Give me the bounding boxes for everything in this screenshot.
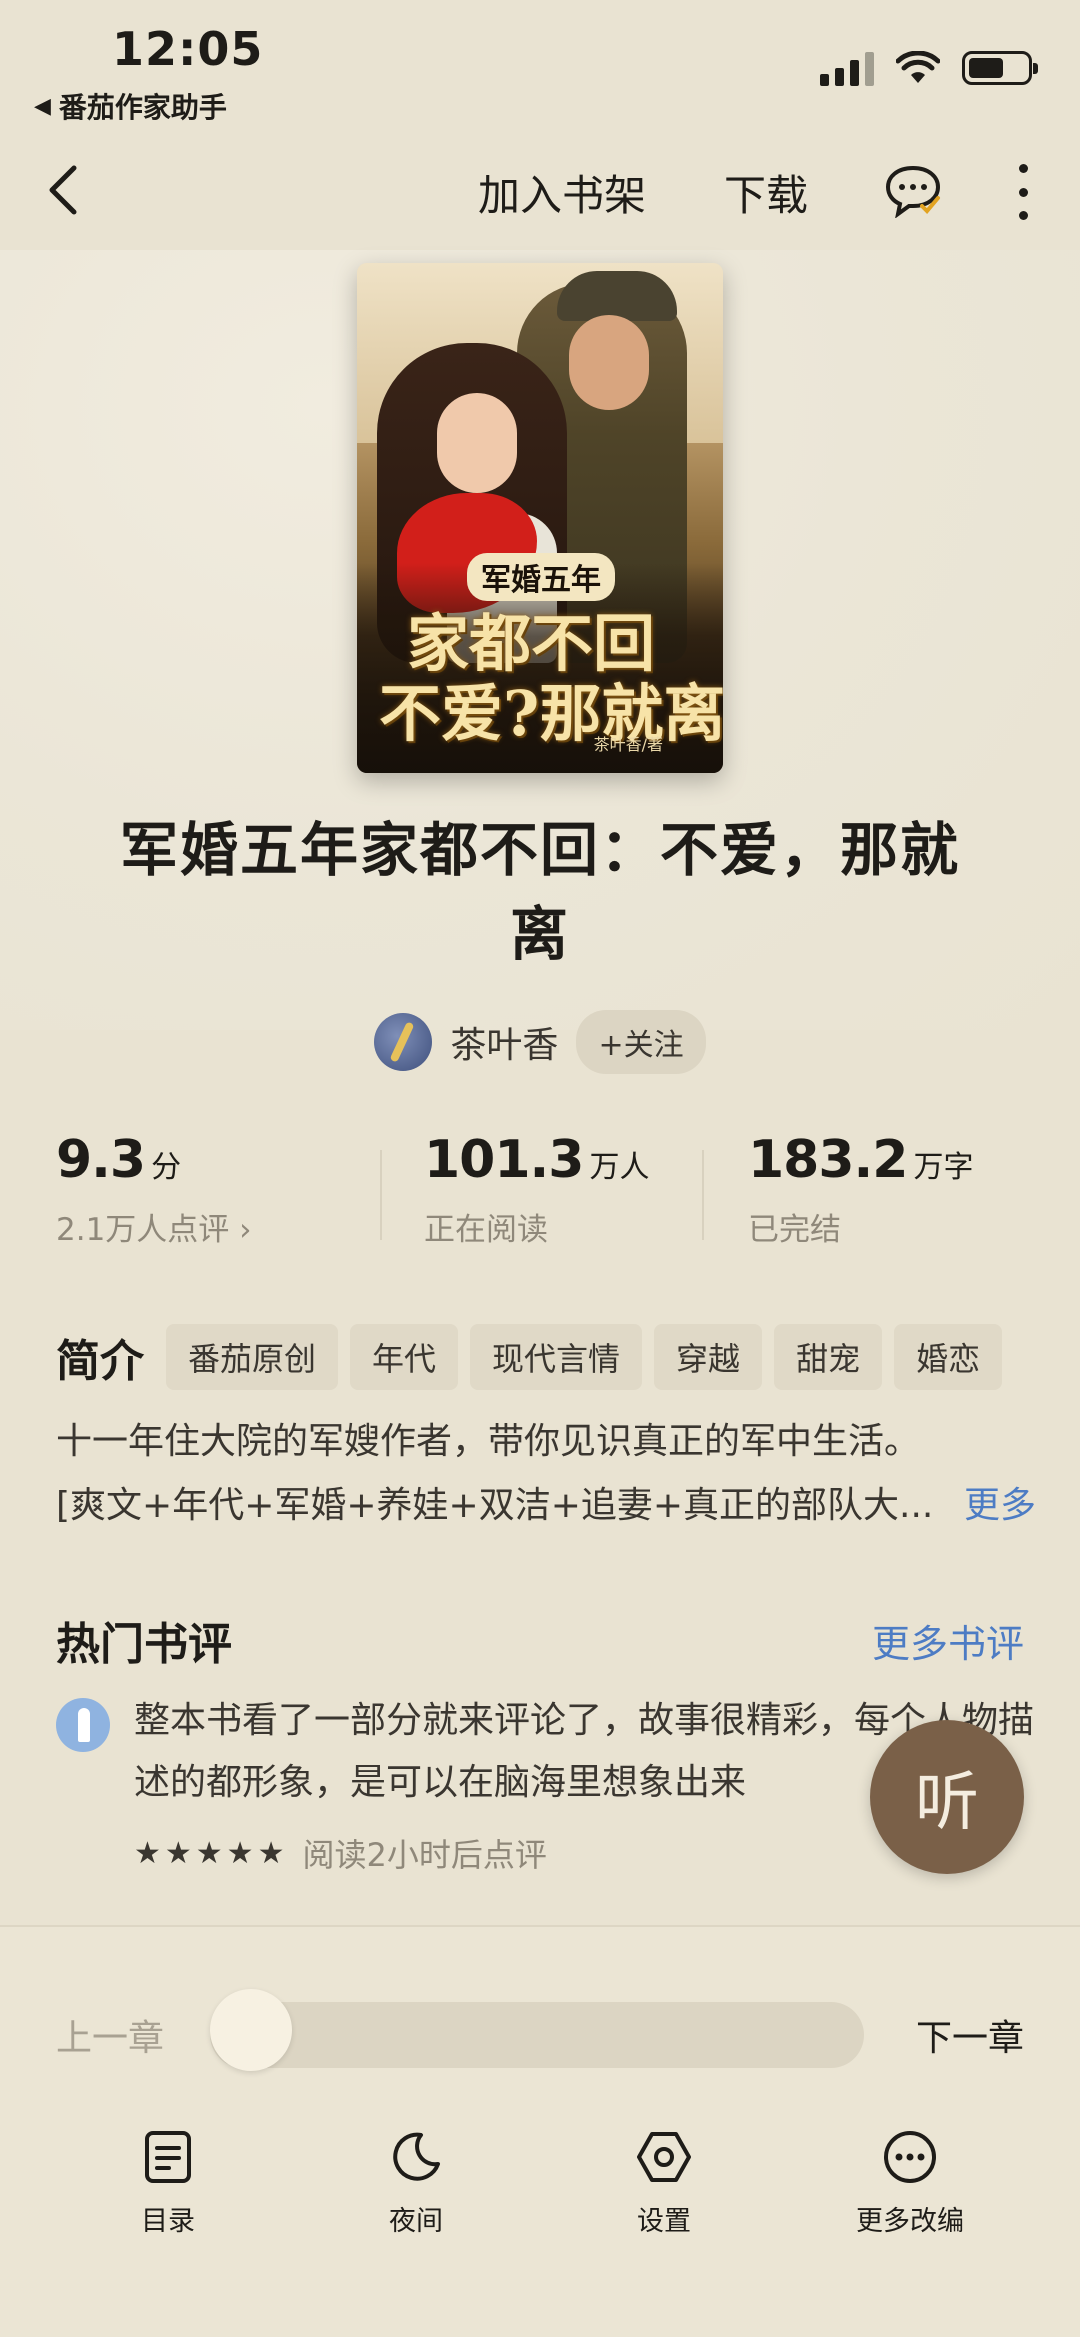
status-bar: 12:05 ◀ 番茄作家助手 bbox=[0, 0, 1080, 130]
chapter-nav: 上一章 下一章 bbox=[0, 1987, 1080, 2077]
hexagon-gear-icon bbox=[634, 2127, 694, 2187]
intro-text[interactable]: 十一年住大院的军嫂作者，带你见识真正的军中生活。 [爽文+年代+军婚+养娃+双洁… bbox=[56, 1410, 1036, 1538]
back-to-app-link[interactable]: ◀ 番茄作家助手 bbox=[34, 86, 227, 126]
stat-divider bbox=[702, 1150, 704, 1240]
download-button[interactable]: 下载 bbox=[724, 162, 808, 223]
more-options-icon[interactable] bbox=[1012, 164, 1034, 220]
review-meta-text: 阅读2小时后点评 bbox=[302, 1836, 547, 1874]
reviews-header: 热门书评 更多书评 bbox=[56, 1608, 1024, 1672]
rating-stat[interactable]: 9.3 分 2.1万人点评 › bbox=[56, 1130, 252, 1249]
wordcount-stat: 183.2 万字 已完结 bbox=[748, 1130, 973, 1249]
cover-byline: 茶叶香/著 bbox=[593, 735, 663, 754]
reviewer-avatar[interactable] bbox=[56, 1698, 110, 1752]
reviews-title: 热门书评 bbox=[56, 1619, 232, 1670]
back-chevron-icon[interactable] bbox=[40, 162, 90, 218]
reader-toolbar: 目录 夜间 设置 更多改编 bbox=[0, 2127, 1080, 2267]
settings-button[interactable]: 设置 bbox=[584, 2127, 744, 2238]
readers-unit: 万人 bbox=[589, 1150, 650, 1185]
document-list-icon bbox=[138, 2127, 198, 2187]
comment-bubble-icon[interactable] bbox=[884, 164, 942, 218]
back-triangle-icon: ◀ bbox=[34, 93, 51, 119]
tag-chip[interactable]: 穿越 bbox=[654, 1324, 763, 1390]
review-meta: ★★★★★ 阅读2小时后点评 bbox=[134, 1830, 547, 1876]
wordcount-value: 183.2 bbox=[748, 1130, 908, 1190]
book-cover[interactable]: 军婚五年 家都不回 不爱?那就离 茶叶香/著 bbox=[357, 263, 723, 773]
reader-bottom-panel: 上一章 下一章 目录 夜间 设置 更多改编 bbox=[0, 1925, 1080, 2337]
next-chapter-button[interactable]: 下一章 bbox=[916, 2009, 1024, 2061]
slider-thumb[interactable] bbox=[210, 1989, 292, 2071]
tag-chip[interactable]: 甜宠 bbox=[774, 1324, 883, 1390]
chapter-progress-slider[interactable] bbox=[210, 2002, 864, 2068]
intro-line-1: 十一年住大院的军嫂作者，带你见识真正的军中生活。 bbox=[56, 1421, 921, 1462]
cellular-signal-icon bbox=[820, 50, 874, 86]
book-stats: 9.3 分 2.1万人点评 › 101.3 万人 正在阅读 183.2 万字 已完结 bbox=[0, 1130, 1080, 1270]
nav-bar: 加入书架 下载 bbox=[0, 140, 1080, 240]
status-icons bbox=[820, 50, 1038, 86]
author-name[interactable]: 茶叶香 bbox=[450, 1016, 558, 1068]
moon-icon bbox=[386, 2127, 446, 2187]
readers-stat: 101.3 万人 正在阅读 bbox=[424, 1130, 649, 1249]
book-detail-page: 12:05 ◀ 番茄作家助手 加入书架 下载 军婚五年 家都不回 不爱?那就离 … bbox=[0, 0, 1080, 2337]
readers-label: 正在阅读 bbox=[424, 1212, 548, 1248]
catalog-label: 目录 bbox=[141, 2206, 195, 2237]
star-rating-icon: ★★★★★ bbox=[134, 1835, 289, 1871]
wordcount-unit: 万字 bbox=[913, 1150, 974, 1185]
intro-label: 简介 bbox=[56, 1336, 144, 1387]
author-avatar[interactable] bbox=[374, 1013, 433, 1071]
book-title: 军婚五年家都不回：不爱，那就离 bbox=[119, 816, 960, 968]
back-app-label: 番茄作家助手 bbox=[58, 91, 227, 124]
status-label: 已完结 bbox=[748, 1212, 841, 1248]
tag-chip[interactable]: 现代言情 bbox=[470, 1324, 643, 1390]
add-to-shelf-button[interactable]: 加入书架 bbox=[478, 162, 646, 223]
author-row: 茶叶香 +关注 bbox=[0, 1010, 1080, 1074]
tag-chip[interactable]: 番茄原创 bbox=[166, 1324, 339, 1390]
intro-more-link[interactable]: 更多 bbox=[964, 1474, 1036, 1538]
catalog-button[interactable]: 目录 bbox=[88, 2127, 248, 2238]
status-time: 12:05 bbox=[112, 22, 264, 76]
rating-value: 9.3 bbox=[56, 1130, 146, 1190]
more-adapt-button[interactable]: 更多改编 bbox=[830, 2127, 990, 2238]
tag-chip[interactable]: 年代 bbox=[350, 1324, 459, 1390]
stat-divider bbox=[380, 1150, 382, 1240]
wifi-icon bbox=[896, 51, 940, 83]
readers-value: 101.3 bbox=[424, 1130, 584, 1190]
night-label: 夜间 bbox=[389, 2206, 443, 2237]
ellipsis-circle-icon bbox=[880, 2127, 940, 2187]
settings-label: 设置 bbox=[637, 2206, 691, 2237]
follow-button[interactable]: +关注 bbox=[576, 1010, 706, 1074]
battery-icon bbox=[962, 51, 1038, 85]
prev-chapter-button[interactable]: 上一章 bbox=[56, 2009, 164, 2061]
more-reviews-link[interactable]: 更多书评 bbox=[872, 1613, 1024, 1668]
intro-tags-row: 简介 番茄原创 年代 现代言情 穿越 甜宠 婚恋 bbox=[56, 1322, 1046, 1392]
listen-button[interactable]: 听 bbox=[870, 1720, 1024, 1874]
tag-chip[interactable]: 婚恋 bbox=[894, 1324, 1003, 1390]
night-mode-button[interactable]: 夜间 bbox=[336, 2127, 496, 2238]
rating-count-link[interactable]: 2.1万人点评 › bbox=[56, 1204, 252, 1249]
intro-line-2: [爽文+年代+军婚+养娃+双洁+追妻+真正的部队大... bbox=[56, 1485, 934, 1526]
cover-title-line2: 不爱?那就离 bbox=[379, 677, 723, 750]
rating-unit: 分 bbox=[151, 1150, 182, 1185]
more-adapt-label: 更多改编 bbox=[856, 2206, 964, 2237]
